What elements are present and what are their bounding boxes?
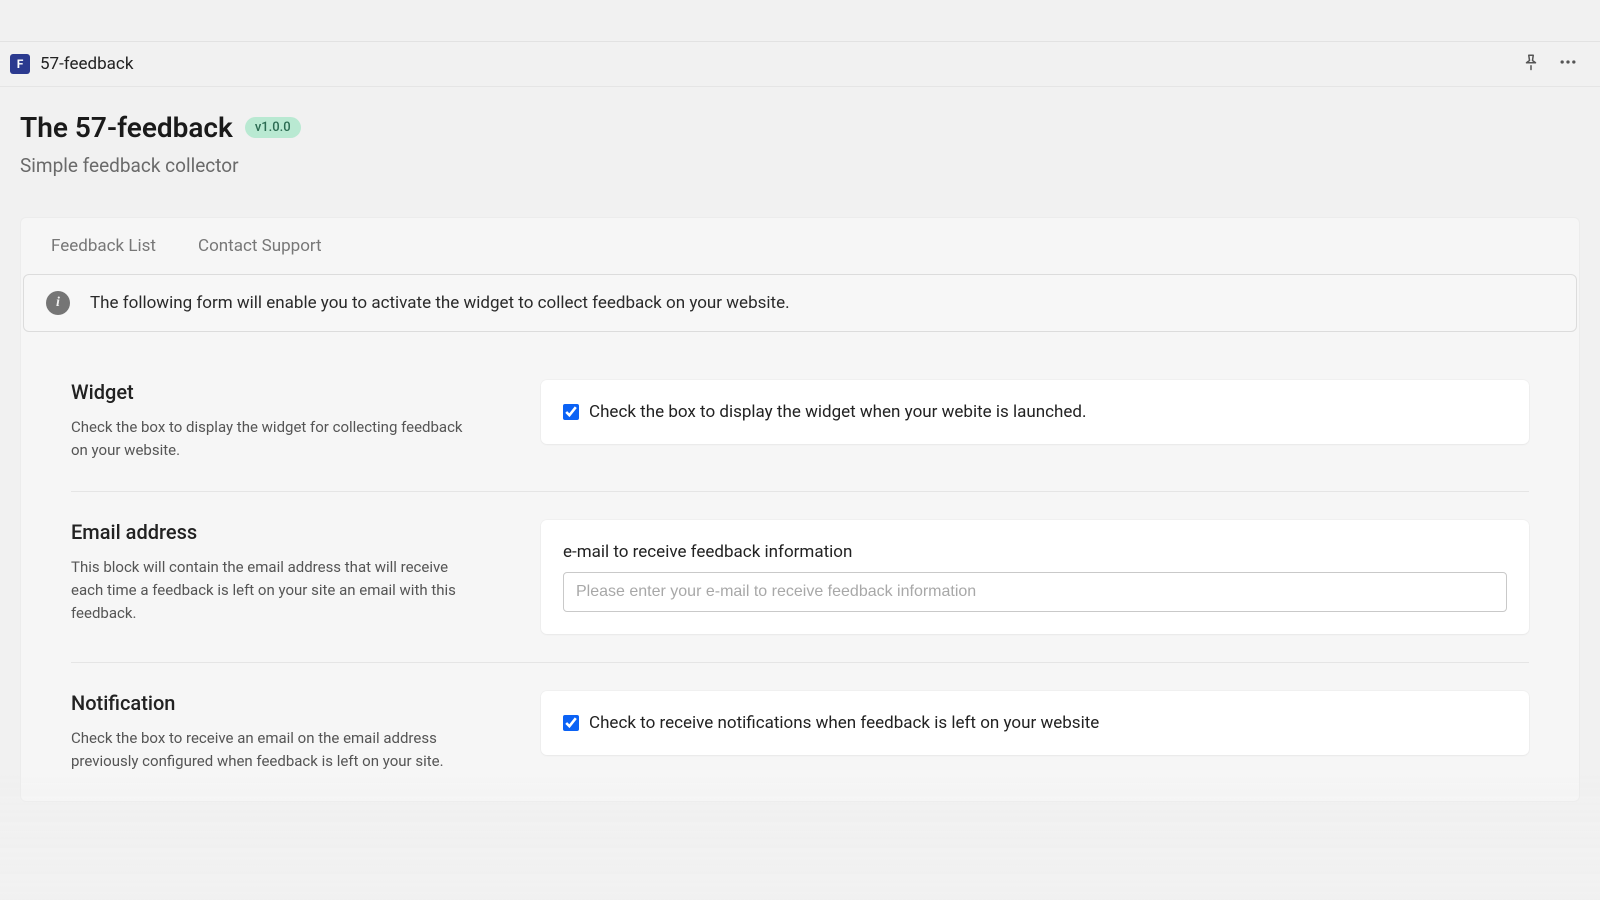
breadcrumb-actions (1522, 52, 1590, 76)
pin-icon[interactable] (1522, 53, 1540, 75)
info-banner: i The following form will enable you to … (23, 274, 1577, 332)
section-notification: Notification Check the box to receive an… (71, 662, 1529, 802)
tab-feedback-list[interactable]: Feedback List (51, 236, 156, 256)
settings-panel: Feedback List Contact Support i The foll… (20, 217, 1580, 802)
section-desc-widget: Check the box to display the widget for … (71, 416, 481, 463)
section-left: Widget Check the box to display the widg… (71, 380, 481, 463)
card-email: e-mail to receive feedback information (541, 520, 1529, 634)
sections: Widget Check the box to display the widg… (21, 332, 1579, 801)
card-widget: Check the box to display the widget when… (541, 380, 1529, 444)
content-area: The 57-feedback v1.0.0 Simple feedback c… (0, 87, 1600, 802)
email-input[interactable] (563, 572, 1507, 612)
top-spacer (0, 0, 1600, 42)
widget-checkbox[interactable] (563, 404, 579, 420)
section-left: Email address This block will contain th… (71, 520, 481, 634)
section-right: Check the box to display the widget when… (541, 380, 1529, 463)
card-notification: Check to receive notifications when feed… (541, 691, 1529, 755)
page-subtitle: Simple feedback collector (20, 154, 1580, 177)
section-title-email: Email address (71, 520, 481, 544)
tab-contact-support[interactable]: Contact Support (198, 236, 322, 256)
section-right: e-mail to receive feedback information (541, 520, 1529, 634)
section-email: Email address This block will contain th… (71, 491, 1529, 662)
info-banner-text: The following form will enable you to ac… (90, 293, 790, 313)
version-badge: v1.0.0 (245, 117, 301, 138)
page-title-row: The 57-feedback v1.0.0 (20, 111, 1580, 144)
app-badge-icon: F (10, 54, 30, 74)
section-title-widget: Widget (71, 380, 481, 404)
section-desc-email: This block will contain the email addres… (71, 556, 481, 626)
breadcrumb-bar: F 57-feedback (0, 42, 1600, 87)
email-field-label: e-mail to receive feedback information (563, 542, 1507, 562)
section-left: Notification Check the box to receive an… (71, 691, 481, 774)
section-desc-notification: Check the box to receive an email on the… (71, 727, 481, 774)
widget-checkbox-row[interactable]: Check the box to display the widget when… (563, 402, 1507, 422)
notification-checkbox[interactable] (563, 715, 579, 731)
info-icon: i (46, 291, 70, 315)
section-right: Check to receive notifications when feed… (541, 691, 1529, 774)
notification-checkbox-row[interactable]: Check to receive notifications when feed… (563, 713, 1507, 733)
breadcrumb-title[interactable]: 57-feedback (40, 54, 133, 74)
breadcrumb-left: F 57-feedback (10, 54, 133, 74)
section-widget: Widget Check the box to display the widg… (71, 352, 1529, 491)
notification-checkbox-label: Check to receive notifications when feed… (589, 713, 1099, 733)
page-title: The 57-feedback (20, 111, 233, 144)
widget-checkbox-label: Check the box to display the widget when… (589, 402, 1087, 422)
more-horizontal-icon[interactable] (1558, 52, 1578, 76)
section-title-notification: Notification (71, 691, 481, 715)
tabs: Feedback List Contact Support (21, 218, 1579, 274)
